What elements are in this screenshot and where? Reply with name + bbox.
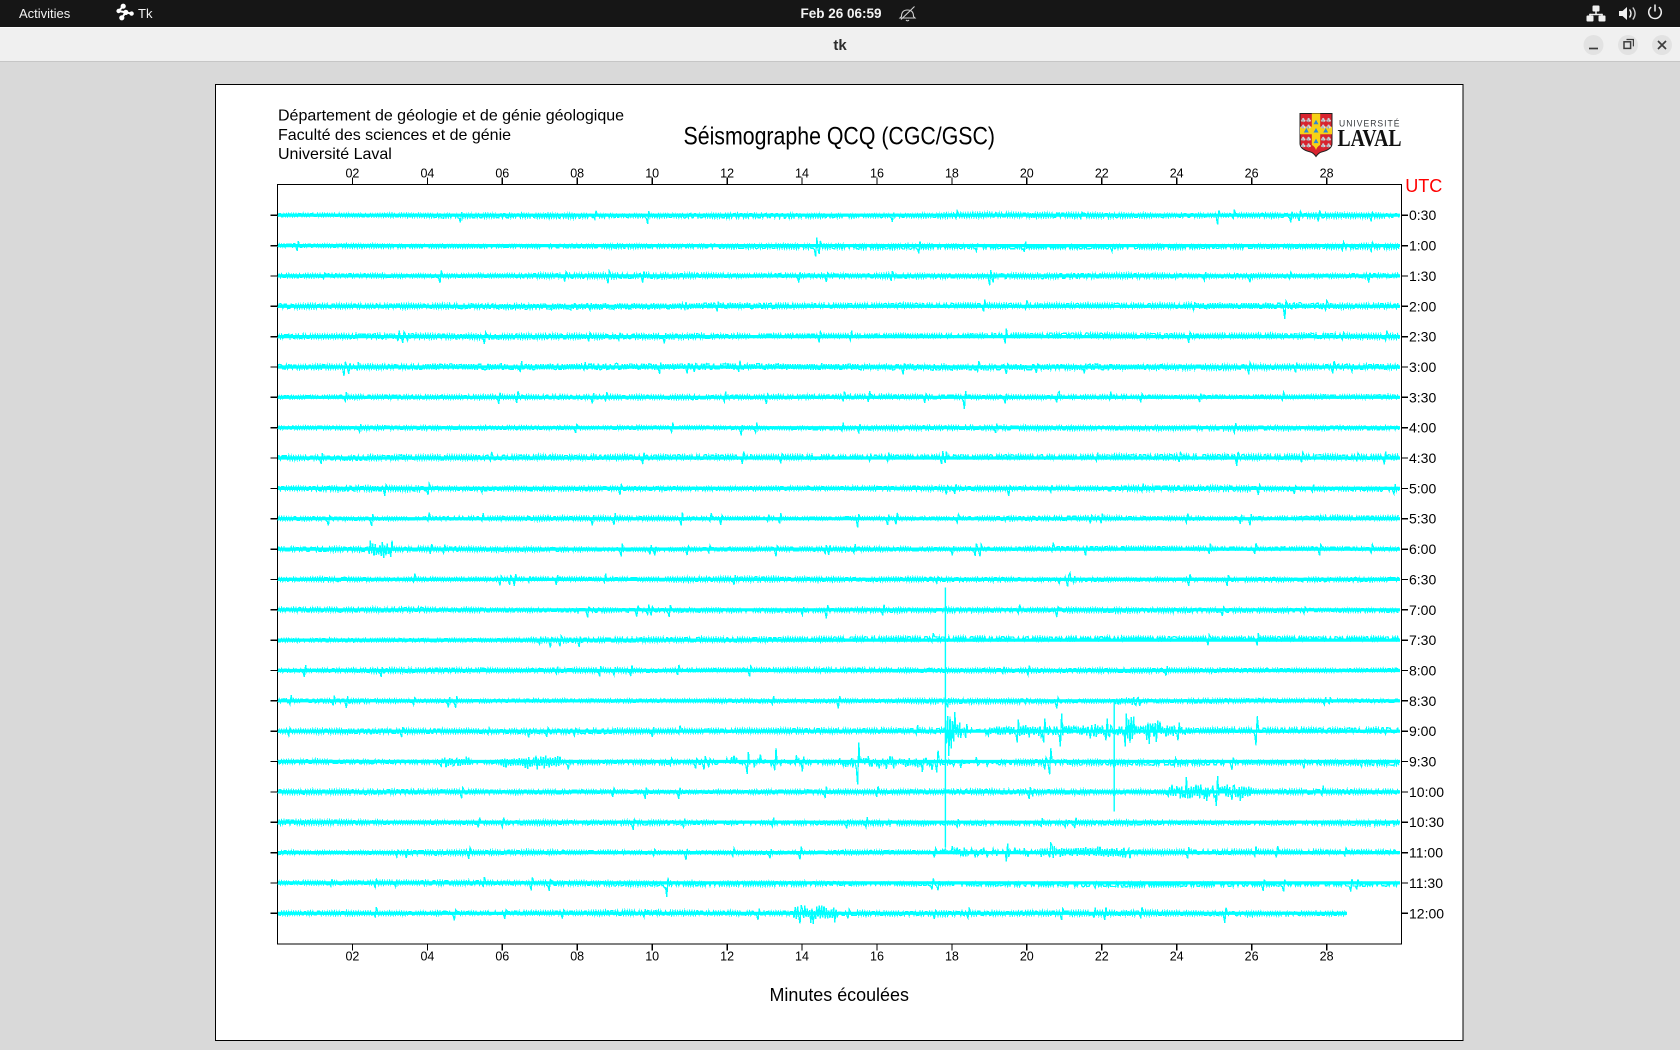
svg-text:18: 18 xyxy=(945,950,959,964)
svg-text:Activities: Activities xyxy=(19,6,71,21)
svg-text:10:00: 10:00 xyxy=(1409,784,1444,800)
svg-text:3:30: 3:30 xyxy=(1409,389,1436,405)
svg-text:4:30: 4:30 xyxy=(1409,450,1436,466)
svg-text:20: 20 xyxy=(1020,950,1034,964)
svg-text:16: 16 xyxy=(870,950,884,964)
svg-text:10: 10 xyxy=(645,950,659,964)
svg-text:5:30: 5:30 xyxy=(1409,511,1436,527)
svg-text:2:00: 2:00 xyxy=(1409,298,1436,314)
svg-text:02: 02 xyxy=(345,950,359,964)
svg-text:Faculté des sciences et de gén: Faculté des sciences et de génie xyxy=(278,127,511,144)
svg-text:06: 06 xyxy=(495,950,509,964)
svg-text:Minutes écoulées: Minutes écoulées xyxy=(770,984,909,1005)
svg-text:5:00: 5:00 xyxy=(1409,480,1436,496)
svg-text:Université Laval: Université Laval xyxy=(278,146,392,163)
svg-text:10:30: 10:30 xyxy=(1409,814,1444,830)
svg-text:Département de géologie et de: Département de géologie et de génie géol… xyxy=(278,108,624,125)
svg-text:6:00: 6:00 xyxy=(1409,541,1436,557)
svg-text:8:00: 8:00 xyxy=(1409,663,1436,679)
svg-text:22: 22 xyxy=(1095,950,1109,964)
svg-text:Feb 26 06:59: Feb 26 06:59 xyxy=(800,6,881,21)
svg-text:9:00: 9:00 xyxy=(1409,723,1436,739)
svg-text:28: 28 xyxy=(1320,950,1334,964)
svg-text:8:30: 8:30 xyxy=(1409,693,1436,709)
svg-text:12:00: 12:00 xyxy=(1409,905,1444,921)
svg-text:LAVAL: LAVAL xyxy=(1338,126,1402,152)
svg-text:0:30: 0:30 xyxy=(1409,207,1436,223)
svg-text:tk: tk xyxy=(833,37,847,54)
svg-text:24: 24 xyxy=(1170,950,1184,964)
svg-text:14: 14 xyxy=(795,950,809,964)
svg-text:Séismographe QCQ (CGC/GSC): Séismographe QCQ (CGC/GSC) xyxy=(684,122,996,150)
svg-text:04: 04 xyxy=(420,950,434,964)
svg-text:2:30: 2:30 xyxy=(1409,329,1436,345)
svg-text:7:30: 7:30 xyxy=(1409,632,1436,648)
svg-text:12: 12 xyxy=(720,950,734,964)
svg-text:1:30: 1:30 xyxy=(1409,268,1436,284)
svg-text:UTC: UTC xyxy=(1405,175,1442,196)
svg-text:11:30: 11:30 xyxy=(1409,875,1443,891)
svg-text:4:00: 4:00 xyxy=(1409,420,1436,436)
svg-text:08: 08 xyxy=(570,950,584,964)
svg-text:11:00: 11:00 xyxy=(1409,845,1443,861)
svg-text:1:00: 1:00 xyxy=(1409,238,1436,254)
svg-text:Tk: Tk xyxy=(138,6,153,21)
svg-text:7:00: 7:00 xyxy=(1409,602,1436,618)
svg-text:6:30: 6:30 xyxy=(1409,571,1436,587)
svg-text:26: 26 xyxy=(1245,950,1259,964)
svg-text:9:30: 9:30 xyxy=(1409,754,1436,770)
svg-text:3:00: 3:00 xyxy=(1409,359,1436,375)
